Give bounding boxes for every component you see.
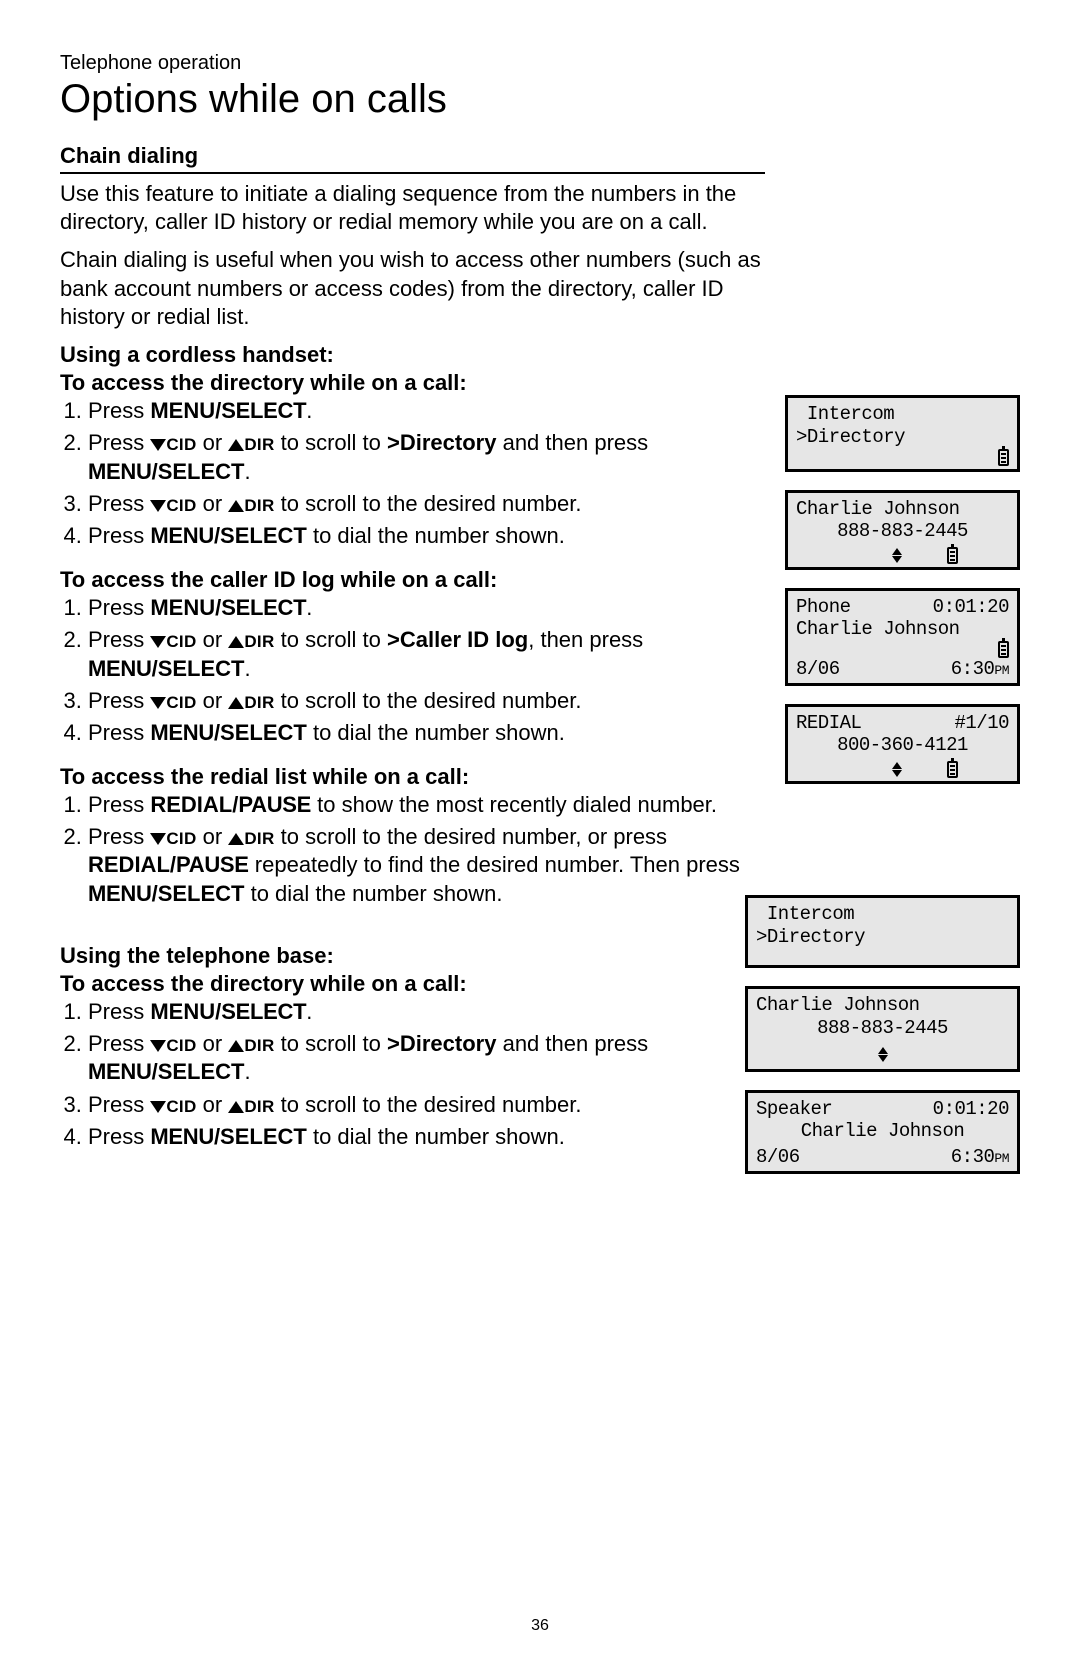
lcd-screen-contact: Charlie Johnson 888-883-2445 (785, 490, 1020, 571)
lcd-time: 6:30 (951, 658, 995, 680)
step: Press REDIAL/PAUSE to show the most rece… (88, 791, 765, 819)
redial-steps: Press REDIAL/PAUSE to show the most rece… (60, 791, 765, 908)
battery-icon (998, 449, 1009, 466)
chain-dialing-heading: Chain dialing (60, 142, 765, 174)
up-arrow-icon (228, 500, 244, 512)
step: Press MENU/SELECT. (88, 594, 765, 622)
updown-icon (878, 1047, 888, 1062)
step: Press CID or DIR to scroll to >Directory… (88, 1030, 765, 1086)
lcd-duration: 0:01:20 (933, 596, 1009, 618)
battery-icon (998, 641, 1009, 658)
battery-icon (947, 761, 958, 778)
lcd-screen-redial: REDIAL #1/10 800-360-4121 (785, 704, 1020, 784)
base-directory-steps: Press MENU/SELECT. Press CID or DIR to s… (60, 998, 765, 1151)
down-arrow-icon (150, 1040, 166, 1052)
down-arrow-icon (150, 439, 166, 451)
battery-icon (947, 547, 958, 564)
lcd-line: 800-360-4121 (796, 734, 1009, 757)
side-column: Intercom >Directory Charlie Johnson 888-… (785, 142, 1020, 1174)
lcd-line: Charlie Johnson (756, 1120, 1009, 1143)
paragraph: Use this feature to initiate a dialing s… (60, 180, 765, 236)
base-heading: Using the telephone base: (60, 942, 765, 970)
lcd-line: Intercom (756, 903, 1009, 926)
step: Press CID or DIR to scroll to the desire… (88, 687, 765, 715)
up-arrow-icon (228, 697, 244, 709)
base-directory-heading: To access the directory while on a call: (60, 970, 765, 998)
lcd-index: #1/10 (954, 712, 1009, 734)
lcd-pm: PM (994, 1151, 1009, 1166)
step: Press MENU/SELECT to dial the number sho… (88, 522, 765, 550)
up-arrow-icon (228, 833, 244, 845)
page-title: Options while on calls (60, 77, 1020, 122)
step: Press MENU/SELECT. (88, 998, 765, 1026)
step: Press MENU/SELECT to dial the number sho… (88, 1123, 765, 1151)
lcd-label: REDIAL (796, 712, 861, 734)
lcd-line: 888-883-2445 (796, 520, 1009, 543)
step: Press CID or DIR to scroll to >Directory… (88, 429, 765, 485)
callerid-heading: To access the caller ID log while on a c… (60, 566, 765, 594)
down-arrow-icon (150, 697, 166, 709)
up-arrow-icon (228, 439, 244, 451)
step: Press CID or DIR to scroll to >Caller ID… (88, 626, 765, 682)
lcd-label: Phone (796, 596, 851, 618)
down-arrow-icon (150, 833, 166, 845)
redial-heading: To access the redial list while on a cal… (60, 763, 765, 791)
down-arrow-icon (150, 500, 166, 512)
lcd-screen-base-call: Speaker 0:01:20 Charlie Johnson 8/06 6:30P… (745, 1090, 1020, 1174)
up-arrow-icon (228, 1101, 244, 1113)
handset-heading: Using a cordless handset: (60, 341, 765, 369)
lcd-line: Charlie Johnson (756, 994, 1009, 1017)
main-column: Chain dialing Use this feature to initia… (60, 142, 765, 1174)
step: Press MENU/SELECT to dial the number sho… (88, 719, 765, 747)
lcd-date: 8/06 (756, 1146, 800, 1168)
directory-steps: Press MENU/SELECT. Press CID or DIR to s… (60, 397, 765, 550)
lcd-duration: 0:01:20 (933, 1098, 1009, 1120)
step: Press CID or DIR to scroll to the desire… (88, 823, 765, 907)
lcd-line: 888-883-2445 (756, 1017, 1009, 1040)
up-arrow-icon (228, 636, 244, 648)
step: Press CID or DIR to scroll to the desire… (88, 490, 765, 518)
down-arrow-icon (150, 636, 166, 648)
page-number: 36 (0, 1617, 1080, 1635)
paragraph: Chain dialing is useful when you wish to… (60, 246, 765, 330)
lcd-line: Intercom (796, 403, 1009, 426)
lcd-label: Speaker (756, 1098, 832, 1120)
lcd-time: 6:30 (951, 1146, 995, 1168)
directory-heading: To access the directory while on a call: (60, 369, 765, 397)
lcd-pm: PM (994, 663, 1009, 678)
lcd-line: Charlie Johnson (796, 618, 1009, 641)
lcd-date: 8/06 (796, 658, 840, 680)
callerid-steps: Press MENU/SELECT. Press CID or DIR to s… (60, 594, 765, 747)
step: Press CID or DIR to scroll to the desire… (88, 1091, 765, 1119)
lcd-screen-menu: Intercom >Directory (785, 395, 1020, 472)
lcd-screen-base-contact: Charlie Johnson 888-883-2445 (745, 986, 1020, 1072)
updown-icon (892, 548, 902, 563)
updown-icon (892, 762, 902, 777)
down-arrow-icon (150, 1101, 166, 1113)
lcd-screen-call: Phone 0:01:20 Charlie Johnson 8/06 6:30PM (785, 588, 1020, 686)
section-bookmark: Telephone operation (60, 52, 1020, 75)
step: Press MENU/SELECT. (88, 397, 765, 425)
lcd-line: >Directory (796, 426, 1009, 449)
lcd-line: Charlie Johnson (796, 498, 1009, 521)
lcd-screen-base-menu: Intercom >Directory (745, 895, 1020, 969)
up-arrow-icon (228, 1040, 244, 1052)
lcd-line: >Directory (756, 926, 1009, 949)
